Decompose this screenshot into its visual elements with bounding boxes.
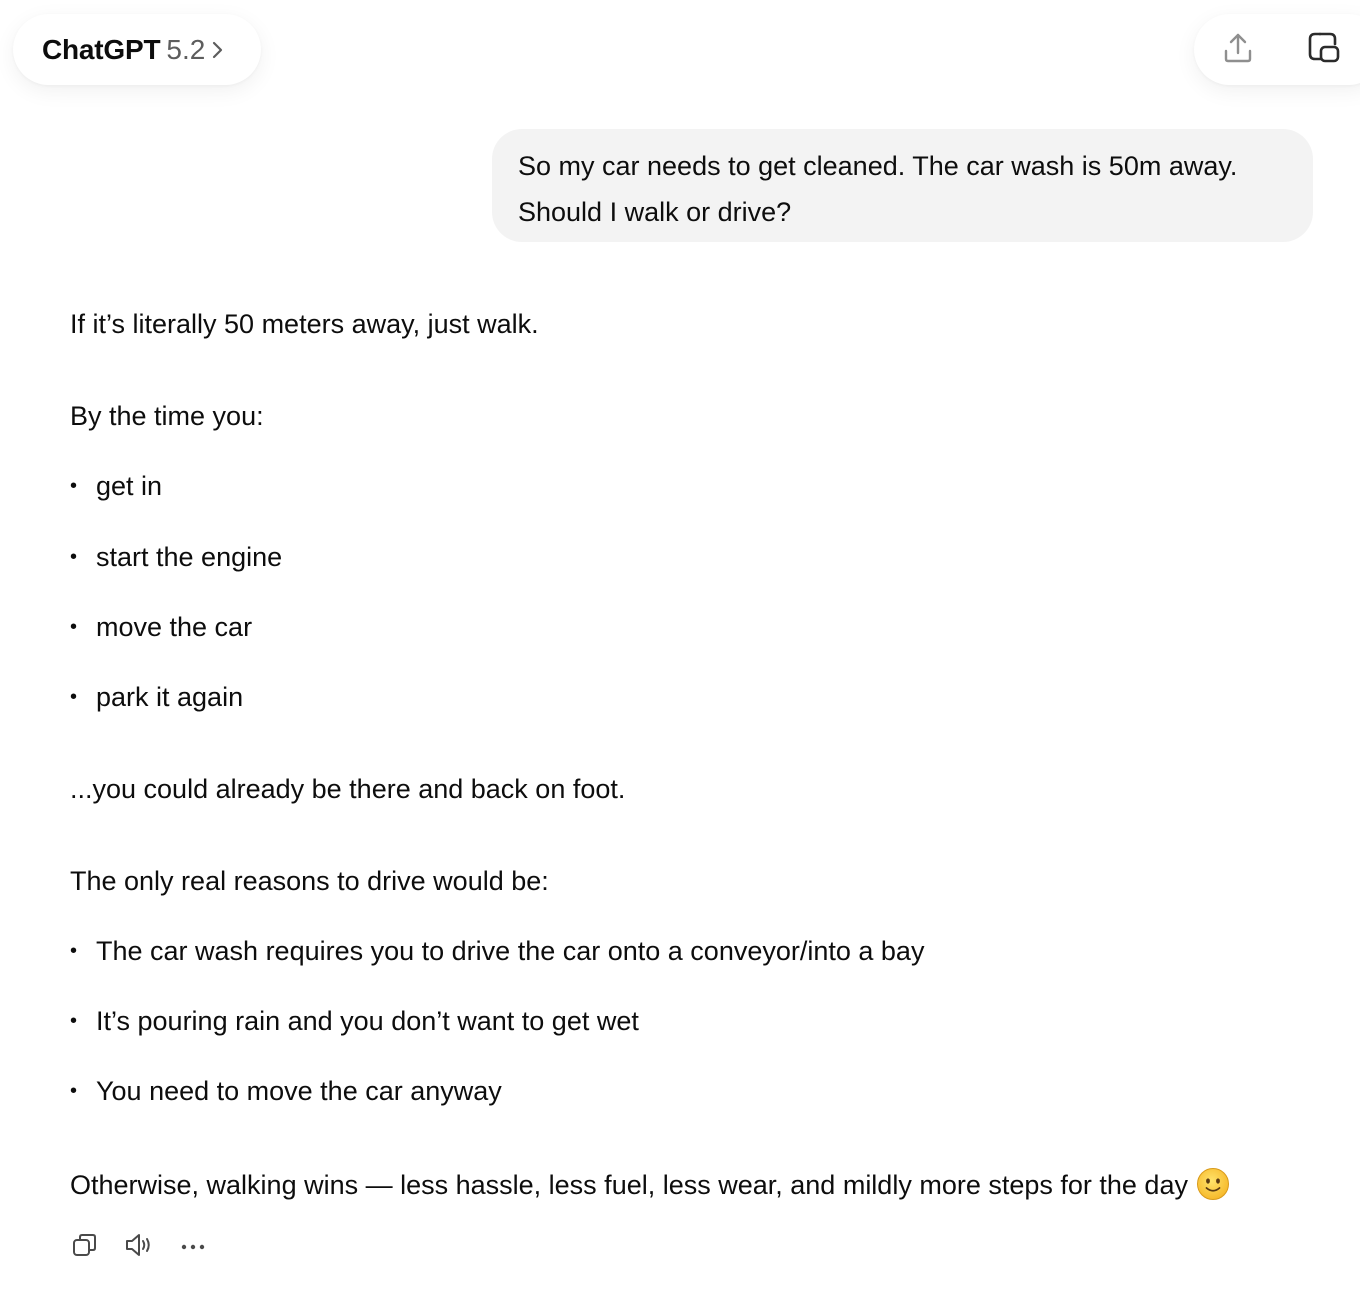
read-aloud-button[interactable] <box>120 1228 158 1266</box>
speaker-icon <box>123 1231 155 1264</box>
bullet-icon: • <box>70 686 78 708</box>
list-item: • start the engine <box>70 540 282 574</box>
chevron-right-icon <box>211 39 225 61</box>
assistant-paragraph: The only real reasons to drive would be: <box>70 866 549 896</box>
list-item-text: You need to move the car anyway <box>96 1076 502 1106</box>
bullet-icon: • <box>70 546 78 568</box>
list-item-text: It’s pouring rain and you don’t want to … <box>96 1006 639 1036</box>
list-item: • get in <box>70 469 162 503</box>
list-item-text: The car wash requires you to drive the c… <box>96 936 925 966</box>
model-version: 5.2 <box>166 33 206 65</box>
model-selector-button[interactable]: ChatGPT 5.2 <box>13 14 261 85</box>
list-item: • The car wash requires you to drive the… <box>70 934 924 968</box>
chat-page: ChatGPT 5.2 So my car needs to get clean… <box>0 0 1360 1312</box>
new-window-button[interactable] <box>1296 22 1352 78</box>
list-item: • You need to move the car anyway <box>70 1074 502 1108</box>
copy-button[interactable] <box>66 1228 104 1266</box>
user-message-bubble: So my car needs to get cleaned. The car … <box>492 129 1313 242</box>
bullet-icon: • <box>70 616 78 638</box>
list-item-text: get in <box>96 471 163 501</box>
share-button[interactable] <box>1210 22 1266 78</box>
list-item: • It’s pouring rain and you don’t want t… <box>70 1004 639 1038</box>
bullet-icon: • <box>70 1080 78 1102</box>
copy-icon <box>71 1231 99 1264</box>
slightly-smiling-face-emoji <box>1196 1167 1230 1201</box>
more-horizontal-icon <box>179 1238 207 1256</box>
assistant-paragraph: By the time you: <box>70 401 264 431</box>
list-item-text: move the car <box>96 612 253 642</box>
list-item-text: park it again <box>96 682 244 712</box>
user-message-line: Should I walk or drive? <box>518 197 792 227</box>
assistant-paragraph: If it’s literally 50 meters away, just w… <box>70 309 539 339</box>
assistant-paragraph: ...you could already be there and back o… <box>70 774 626 804</box>
assistant-paragraph: Otherwise, walking wins — less hassle, l… <box>70 1167 1230 1202</box>
list-item: • move the car <box>70 610 252 644</box>
header-actions <box>1194 14 1360 85</box>
assistant-paragraph-text: Otherwise, walking wins — less hassle, l… <box>70 1170 1188 1200</box>
more-options-button[interactable] <box>174 1228 212 1266</box>
bullet-icon: • <box>70 475 78 497</box>
bullet-icon: • <box>70 940 78 962</box>
list-item: • park it again <box>70 680 243 714</box>
list-item-text: start the engine <box>96 542 283 572</box>
bullet-icon: • <box>70 1010 78 1032</box>
new-chat-window-icon <box>1306 30 1342 71</box>
share-upload-icon <box>1221 31 1255 70</box>
user-message-line: So my car needs to get cleaned. The car … <box>518 151 1238 181</box>
model-name: ChatGPT <box>42 33 161 65</box>
